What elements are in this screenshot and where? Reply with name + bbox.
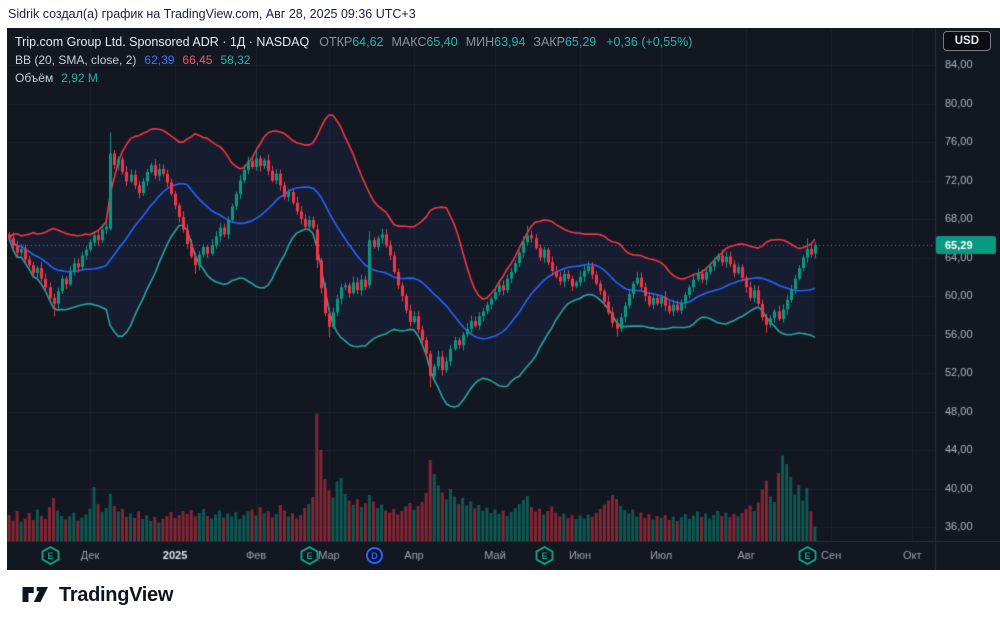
bb-indicator-label: BB (20, SMA, close, 2) — [15, 53, 137, 67]
chart-widget: Trip.com Group Ltd. Sponsored ADR · 1Д ·… — [7, 28, 1000, 570]
svg-text:E: E — [541, 551, 547, 561]
symbol-title: Trip.com Group Ltd. Sponsored ADR · 1Д ·… — [15, 35, 310, 49]
bb-basis-value: 62,39 — [144, 53, 175, 67]
price-change: +0,36 (+0,55%) — [606, 35, 693, 49]
tradingview-logo-link[interactable]: TradingView — [21, 582, 173, 609]
ohlc-close: ЗАКР65,29 — [533, 35, 597, 49]
bb-upper-value: 66,45 — [182, 53, 213, 67]
earnings-marker[interactable]: E — [300, 546, 319, 565]
svg-text:E: E — [306, 551, 312, 561]
earnings-marker[interactable]: E — [535, 546, 554, 565]
attribution-bar: Sidrik создал(а) график на TradingView.c… — [0, 0, 1000, 28]
ohlc-low: МИН63,94 — [465, 35, 526, 49]
tradingview-logo-text: TradingView — [59, 584, 174, 606]
footer-bar: TradingView — [0, 570, 1000, 620]
tradingview-chart-page: Sidrik создал(а) график на TradingView.c… — [0, 0, 1000, 620]
tradingview-logo-icon — [21, 582, 51, 609]
ohlc-open: ОТКР64,62 — [319, 35, 384, 49]
svg-text:D: D — [371, 551, 378, 561]
svg-text:E: E — [47, 551, 53, 561]
attribution-text: Sidrik создал(а) график на TradingView.c… — [8, 7, 416, 21]
chart-legend: Trip.com Group Ltd. Sponsored ADR · 1Д ·… — [15, 33, 692, 87]
bb-indicator-row[interactable]: BB (20, SMA, close, 2) 62,39 66,45 58,32 — [15, 51, 692, 69]
price-chart-canvas[interactable] — [7, 28, 1000, 570]
svg-text:E: E — [804, 551, 810, 561]
ohlc-high: МАКС65,40 — [391, 35, 458, 49]
earnings-marker[interactable]: E — [41, 546, 60, 565]
volume-value: 2,92 М — [61, 71, 98, 85]
currency-toggle-button[interactable]: USD — [942, 31, 991, 51]
dividend-marker[interactable]: D — [365, 546, 384, 565]
earnings-marker[interactable]: E — [798, 546, 817, 565]
volume-label: Объём — [15, 71, 54, 85]
volume-indicator-row[interactable]: Объём 2,92 М — [15, 69, 692, 87]
symbol-legend-row[interactable]: Trip.com Group Ltd. Sponsored ADR · 1Д ·… — [15, 33, 692, 51]
bb-lower-value: 58,32 — [220, 53, 251, 67]
